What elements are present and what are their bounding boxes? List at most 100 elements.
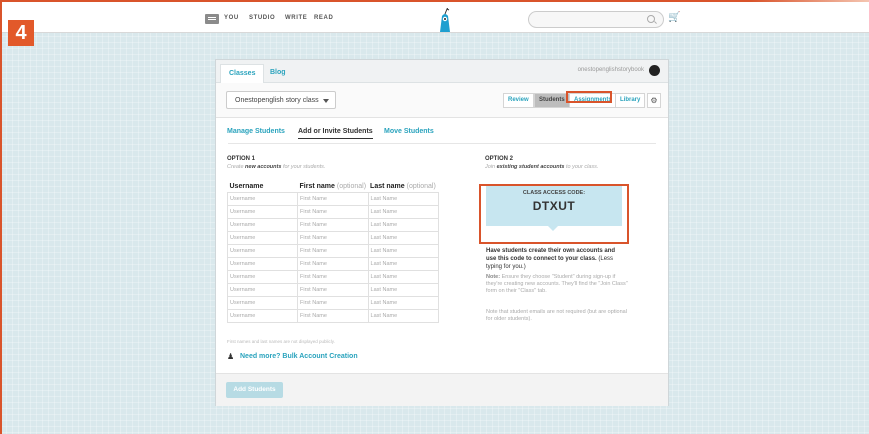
col-last-name: Last name (optional): [368, 181, 438, 193]
tab-blog[interactable]: Blog: [262, 64, 294, 82]
panel-footer: Add Students: [216, 373, 668, 406]
note-1-text: Ensure they choose "Student" during sign…: [486, 274, 628, 294]
option2-sub-pre: Join: [485, 164, 497, 170]
first-name-input[interactable]: First Name: [297, 231, 369, 245]
col-last-name-label: Last name: [370, 183, 405, 190]
option1-title: OPTION 1: [227, 156, 256, 162]
first-name-input[interactable]: First Name: [297, 257, 369, 271]
add-students-button[interactable]: Add Students: [226, 382, 283, 398]
table-row: Username First Name Last Name: [227, 296, 439, 310]
tab-classes[interactable]: Classes: [220, 64, 265, 83]
students-button[interactable]: Students: [534, 93, 570, 108]
last-name-input[interactable]: Last Name: [367, 244, 439, 258]
username-input[interactable]: Username: [227, 296, 298, 310]
username-input[interactable]: Username: [227, 309, 298, 323]
optional-tag: (optional): [336, 183, 367, 190]
nav-studio[interactable]: STUDIO: [249, 15, 275, 21]
table-row: Username First Name Last Name: [227, 283, 439, 297]
tab-add-invite-students[interactable]: Add or Invite Students: [298, 128, 373, 139]
nav-you[interactable]: YOU: [224, 15, 239, 21]
note-1: Note: Ensure they choose "Student" durin…: [486, 274, 628, 295]
option1-subtitle: Create new accounts for your students.: [227, 164, 325, 170]
username-input[interactable]: Username: [227, 231, 298, 245]
users-icon: ♟: [227, 352, 235, 361]
first-name-input[interactable]: First Name: [297, 309, 369, 323]
search-input[interactable]: [528, 11, 664, 28]
username-input[interactable]: Username: [227, 244, 298, 258]
username-input[interactable]: Username: [227, 257, 298, 271]
first-name-input[interactable]: First Name: [297, 192, 369, 206]
account-name[interactable]: onestopenglishstorybook: [578, 67, 644, 73]
last-name-input[interactable]: Last Name: [367, 283, 439, 297]
optional-tag: (optional): [406, 183, 436, 190]
bulk-account-link[interactable]: Need more? Bulk Account Creation: [240, 353, 358, 360]
first-name-input[interactable]: First Name: [297, 296, 369, 310]
step-badge: 4: [8, 20, 34, 46]
username-input[interactable]: Username: [227, 205, 298, 219]
cart-icon[interactable]: 🛒: [668, 13, 680, 23]
first-name-input[interactable]: First Name: [297, 205, 369, 219]
username-input[interactable]: Username: [227, 192, 298, 206]
search-icon[interactable]: [647, 15, 655, 23]
table-row: Username First Name Last Name: [227, 244, 439, 258]
username-input[interactable]: Username: [227, 218, 298, 232]
class-select[interactable]: Onestopenglish story class: [226, 91, 336, 109]
review-button[interactable]: Review: [503, 93, 534, 108]
table-row: Username First Name Last Name: [227, 192, 439, 206]
first-name-input[interactable]: First Name: [297, 283, 369, 297]
tab-move-students[interactable]: Move Students: [384, 128, 434, 135]
first-name-input[interactable]: First Name: [297, 244, 369, 258]
col-username: Username: [228, 181, 298, 193]
table-body: Username First Name Last Name Username First…: [227, 192, 439, 323]
nav-write[interactable]: WRITE: [285, 15, 307, 21]
last-name-input[interactable]: Last Name: [367, 205, 439, 219]
code-highlight: [479, 184, 629, 244]
table-row: Username First Name Last Name: [227, 309, 439, 323]
table-row: Username First Name Last Name: [227, 270, 439, 284]
fineprint: First names and last names are not displ…: [227, 339, 335, 344]
panel-header: Classes Blog onestopenglishstorybook: [216, 60, 668, 83]
col-first-name: First name (optional): [298, 181, 369, 193]
last-name-input[interactable]: Last Name: [367, 218, 439, 232]
library-button[interactable]: Library: [615, 93, 646, 108]
option2-subtitle: Join existing student accounts to your c…: [485, 164, 598, 170]
table-row: Username First Name Last Name: [227, 205, 439, 219]
tab-manage-students[interactable]: Manage Students: [227, 128, 285, 135]
option1-sub-bold: new accounts: [245, 164, 282, 170]
first-name-input[interactable]: First Name: [297, 270, 369, 284]
class-panel: Classes Blog onestopenglishstorybook One…: [216, 60, 668, 406]
last-name-input[interactable]: Last Name: [367, 257, 439, 271]
last-name-input[interactable]: Last Name: [367, 309, 439, 323]
github-icon[interactable]: [649, 65, 660, 76]
username-input[interactable]: Username: [227, 283, 298, 297]
mascot-logo[interactable]: [437, 8, 453, 32]
new-students-table: Username First name (optional) Last name…: [227, 181, 439, 323]
last-name-input[interactable]: Last Name: [367, 296, 439, 310]
last-name-input[interactable]: Last Name: [367, 231, 439, 245]
option1-sub-pre: Create: [227, 164, 246, 170]
option1-sub-post: for your students.: [281, 164, 326, 170]
note-label: Note:: [486, 274, 501, 280]
option2-sub-bold: existing student accounts: [496, 164, 565, 170]
assignments-highlight: [566, 91, 612, 103]
nav-read[interactable]: READ: [314, 15, 333, 21]
divider: [228, 143, 656, 144]
table-row: Username First Name Last Name: [227, 257, 439, 271]
option2-title: OPTION 2: [485, 156, 514, 162]
table-row: Username First Name Last Name: [227, 231, 439, 245]
col-first-name-label: First name: [299, 183, 335, 190]
last-name-input[interactable]: Last Name: [367, 192, 439, 206]
table-row: Username First Name Last Name: [227, 218, 439, 232]
chevron-down-icon: [323, 99, 329, 103]
note-2: Note that student emails are not require…: [486, 309, 627, 322]
class-select-value: Onestopenglish story class: [235, 97, 319, 104]
first-name-input[interactable]: First Name: [297, 218, 369, 232]
menu-icon[interactable]: [205, 14, 219, 24]
instructions-bold: Have students create their own accounts …: [486, 248, 616, 262]
username-input[interactable]: Username: [227, 270, 298, 284]
gear-icon[interactable]: ⚙: [647, 93, 661, 108]
code-instructions: Have students create their own accounts …: [486, 247, 626, 271]
last-name-input[interactable]: Last Name: [367, 270, 439, 284]
option2-sub-post: to your class.: [564, 164, 599, 170]
top-nav: YOU STUDIO WRITE READ 🛒: [2, 2, 869, 33]
